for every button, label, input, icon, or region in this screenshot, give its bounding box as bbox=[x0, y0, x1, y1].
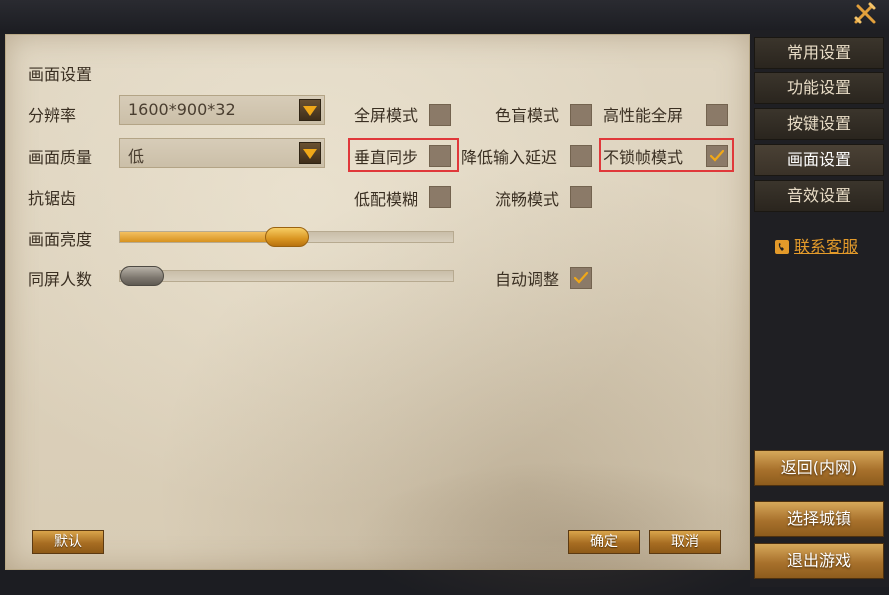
close-icon[interactable] bbox=[852, 0, 878, 26]
back-intranet-button[interactable]: 返回(内网) bbox=[754, 450, 884, 486]
brightness-label: 画面亮度 bbox=[28, 230, 93, 249]
tab-common-settings[interactable]: 常用设置 bbox=[754, 37, 884, 69]
low-input-latency-checkbox[interactable] bbox=[570, 145, 592, 167]
unlocked-fps-checkbox[interactable] bbox=[706, 145, 728, 167]
default-button[interactable]: 默认 bbox=[32, 530, 104, 554]
brightness-slider[interactable] bbox=[119, 227, 454, 247]
resolution-select[interactable]: 1600*900*32 bbox=[119, 95, 325, 125]
brightness-handle[interactable] bbox=[265, 227, 309, 247]
low-blur-label: 低配模糊 bbox=[354, 190, 419, 209]
vsync-label: 垂直同步 bbox=[354, 148, 419, 167]
antialias-label: 抗锯齿 bbox=[28, 189, 77, 208]
title-bar bbox=[0, 0, 889, 30]
fullscreen-checkbox[interactable] bbox=[429, 104, 451, 126]
players-label: 同屏人数 bbox=[28, 270, 93, 289]
unlocked-fps-label: 不锁帧模式 bbox=[603, 148, 684, 167]
quality-value: 低 bbox=[128, 147, 145, 166]
tab-audio-settings[interactable]: 音效设置 bbox=[754, 180, 884, 212]
background-art bbox=[336, 455, 756, 595]
smooth-mode-label: 流畅模式 bbox=[495, 190, 560, 209]
checkmark-icon bbox=[573, 271, 589, 284]
vsync-checkbox[interactable] bbox=[429, 145, 451, 167]
colorblind-label: 色盲模式 bbox=[495, 106, 560, 125]
smooth-mode-checkbox[interactable] bbox=[570, 186, 592, 208]
confirm-button[interactable]: 确定 bbox=[568, 530, 640, 554]
select-town-button[interactable]: 选择城镇 bbox=[754, 501, 884, 537]
tab-graphics-settings[interactable]: 画面设置 bbox=[754, 144, 884, 176]
quality-select[interactable]: 低 bbox=[119, 138, 325, 168]
section-title: 画面设置 bbox=[28, 65, 93, 84]
high-perf-fullscreen-checkbox[interactable] bbox=[706, 104, 728, 126]
contact-service-label: 联系客服 bbox=[794, 237, 859, 256]
brightness-fill bbox=[120, 232, 287, 242]
tab-key-settings[interactable]: 按键设置 bbox=[754, 108, 884, 140]
quality-label: 画面质量 bbox=[28, 148, 93, 167]
chevron-down-icon[interactable] bbox=[299, 99, 321, 121]
players-handle[interactable] bbox=[120, 266, 164, 286]
resolution-value: 1600*900*32 bbox=[128, 100, 236, 119]
auto-adjust-label: 自动调整 bbox=[495, 270, 560, 289]
fullscreen-label: 全屏模式 bbox=[354, 106, 419, 125]
checkmark-icon bbox=[709, 149, 725, 162]
colorblind-checkbox[interactable] bbox=[570, 104, 592, 126]
cancel-button[interactable]: 取消 bbox=[649, 530, 721, 554]
resolution-label: 分辨率 bbox=[28, 106, 77, 125]
low-blur-checkbox[interactable] bbox=[429, 186, 451, 208]
chevron-down-icon[interactable] bbox=[299, 142, 321, 164]
low-input-latency-label: 降低输入延迟 bbox=[461, 148, 558, 167]
phone-icon bbox=[775, 240, 789, 254]
auto-adjust-checkbox[interactable] bbox=[570, 267, 592, 289]
players-slider[interactable] bbox=[119, 266, 454, 286]
exit-game-button[interactable]: 退出游戏 bbox=[754, 543, 884, 579]
contact-service-link[interactable]: 联系客服 bbox=[774, 236, 858, 258]
high-perf-fullscreen-label: 高性能全屏 bbox=[603, 106, 684, 125]
tab-function-settings[interactable]: 功能设置 bbox=[754, 72, 884, 104]
